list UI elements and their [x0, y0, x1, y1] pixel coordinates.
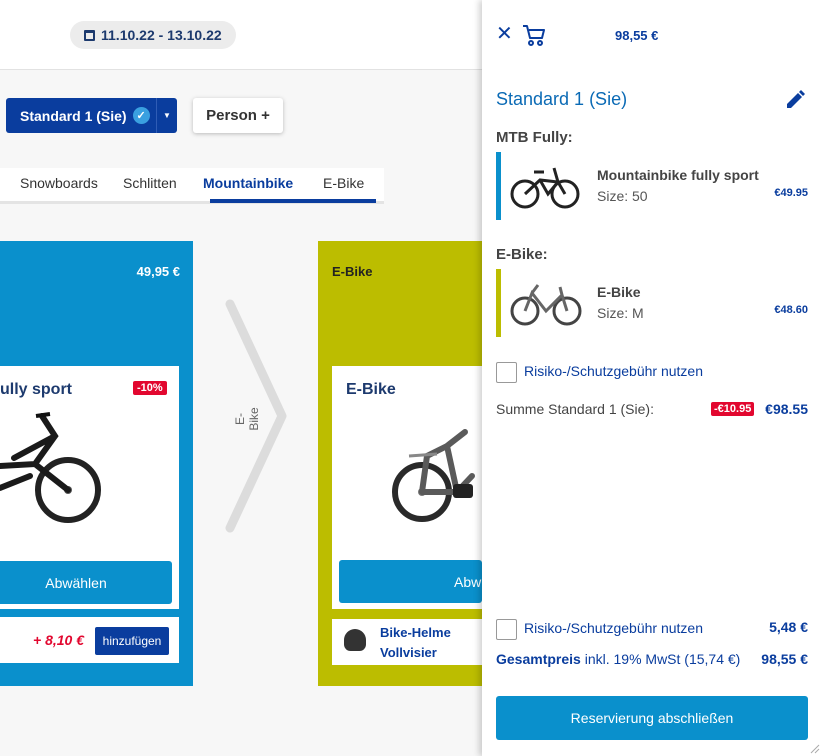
- mountainbike-thumbnail: [510, 167, 580, 209]
- total-price-value: 98,55 €: [761, 651, 808, 667]
- standard-selector-button[interactable]: Standard 1 (Sie) ✓ ▼: [6, 98, 177, 133]
- item-price: €48.60: [774, 304, 808, 316]
- addon-title[interactable]: Bike-Helme Vollvisier: [380, 623, 480, 663]
- complete-reservation-button[interactable]: Reservierung abschließen: [496, 696, 808, 740]
- item-size: Size: 50: [597, 188, 648, 204]
- item-price: €49.95: [774, 187, 808, 199]
- total-vat-note: inkl. 19% MwSt (15,74 €): [580, 651, 741, 667]
- cart-icon[interactable]: [522, 24, 546, 46]
- edit-pencil-icon[interactable]: [785, 90, 805, 110]
- active-tab-indicator: [210, 199, 376, 203]
- addon-title-line2: Vollvisier: [380, 645, 437, 660]
- e-bike-image: [392, 429, 475, 522]
- cart-panel: ✕ 98,55 € Standard 1 (Sie) MTB Fully: Mo…: [482, 0, 822, 756]
- add-person-button[interactable]: Person +: [193, 98, 283, 133]
- card-price: 49,95 €: [136, 264, 180, 279]
- e-bike-thumbnail: [510, 284, 582, 326]
- addon-row: + 8,10 € hinzufügen: [0, 617, 179, 663]
- dropdown-caret-icon[interactable]: ▼: [156, 98, 177, 133]
- separator-label: E-Bike: [233, 407, 261, 431]
- panel-title: Standard 1 (Sie): [496, 89, 628, 109]
- page: 11.10.22 - 13.10.22 Standard 1 (Sie) ✓ ▼…: [0, 0, 822, 756]
- item-size: Size: M: [597, 305, 644, 321]
- risk-fee-label[interactable]: Risiko-/Schutzgebühr nutzen: [524, 363, 703, 379]
- section-color-bar: [496, 269, 501, 337]
- tab-schlitten[interactable]: Schlitten: [123, 175, 177, 191]
- deselect-button-label: Abw: [454, 573, 482, 590]
- standard-label: Standard 1 (Sie): [20, 107, 127, 124]
- mountainbike-image: [0, 412, 101, 523]
- product-card-mountainbike: 49,95 € ully sport -10% Abwählen + 8,10 …: [0, 241, 193, 686]
- fee-label[interactable]: Risiko-/Schutzgebühr nutzen: [524, 620, 703, 636]
- tab-e-bike[interactable]: E-Bike: [323, 175, 364, 191]
- addon-title-line1: Bike-Helme: [380, 625, 451, 640]
- date-range-pill[interactable]: 11.10.22 - 13.10.22: [70, 21, 236, 49]
- tab-snowboards[interactable]: Snowboards: [20, 175, 98, 191]
- resize-grip-icon[interactable]: [808, 742, 820, 754]
- cart-total: 98,55 €: [615, 28, 659, 43]
- product-title: E-Bike: [346, 381, 396, 398]
- add-addon-button[interactable]: hinzufügen: [95, 627, 169, 655]
- total-price-label: Gesamtpreis inkl. 19% MwSt (15,74 €): [496, 651, 740, 667]
- risk-fee-checkbox[interactable]: [496, 362, 517, 383]
- sum-value: €98.55: [765, 401, 808, 417]
- item-name: Mountainbike fully sport: [597, 167, 759, 183]
- sum-label: Summe Standard 1 (Sie):: [496, 401, 654, 417]
- close-icon[interactable]: ✕: [496, 24, 513, 44]
- fee-value: 5,48 €: [769, 619, 808, 635]
- date-range-text: 11.10.22 - 13.10.22: [101, 27, 222, 43]
- calendar-icon: [84, 29, 95, 41]
- tab-mountainbike[interactable]: Mountainbike: [203, 175, 293, 191]
- background-app: 11.10.22 - 13.10.22 Standard 1 (Sie) ✓ ▼…: [0, 0, 482, 756]
- section-color-bar: [496, 152, 501, 220]
- sum-discount-badge: -€10.95: [711, 402, 755, 416]
- section-category: MTB Fully:: [496, 129, 573, 146]
- discount-badge: -10%: [133, 381, 167, 395]
- product-card-e-bike: E-Bike E-Bike Abw Bike-Helme Vollvisier: [318, 241, 482, 686]
- addon-row: Bike-Helme Vollvisier: [332, 619, 482, 665]
- item-name: E-Bike: [597, 284, 641, 300]
- helmet-icon: [344, 629, 366, 651]
- check-circle-icon: ✓: [132, 107, 150, 124]
- product-title: ully sport: [0, 381, 73, 398]
- deselect-button-label: Abwählen: [45, 574, 107, 591]
- product-panel: ully sport -10% Abwählen: [0, 366, 179, 609]
- deselect-button[interactable]: Abw: [339, 560, 482, 603]
- fee-checkbox[interactable]: [496, 619, 517, 640]
- total-label: Gesamtpreis: [496, 651, 581, 667]
- top-bar: 11.10.22 - 13.10.22: [0, 0, 482, 70]
- addon-price: + 8,10 €: [33, 632, 84, 648]
- card-heading: E-Bike: [332, 264, 373, 279]
- deselect-button[interactable]: Abwählen: [0, 561, 172, 604]
- section-category: E-Bike:: [496, 246, 548, 263]
